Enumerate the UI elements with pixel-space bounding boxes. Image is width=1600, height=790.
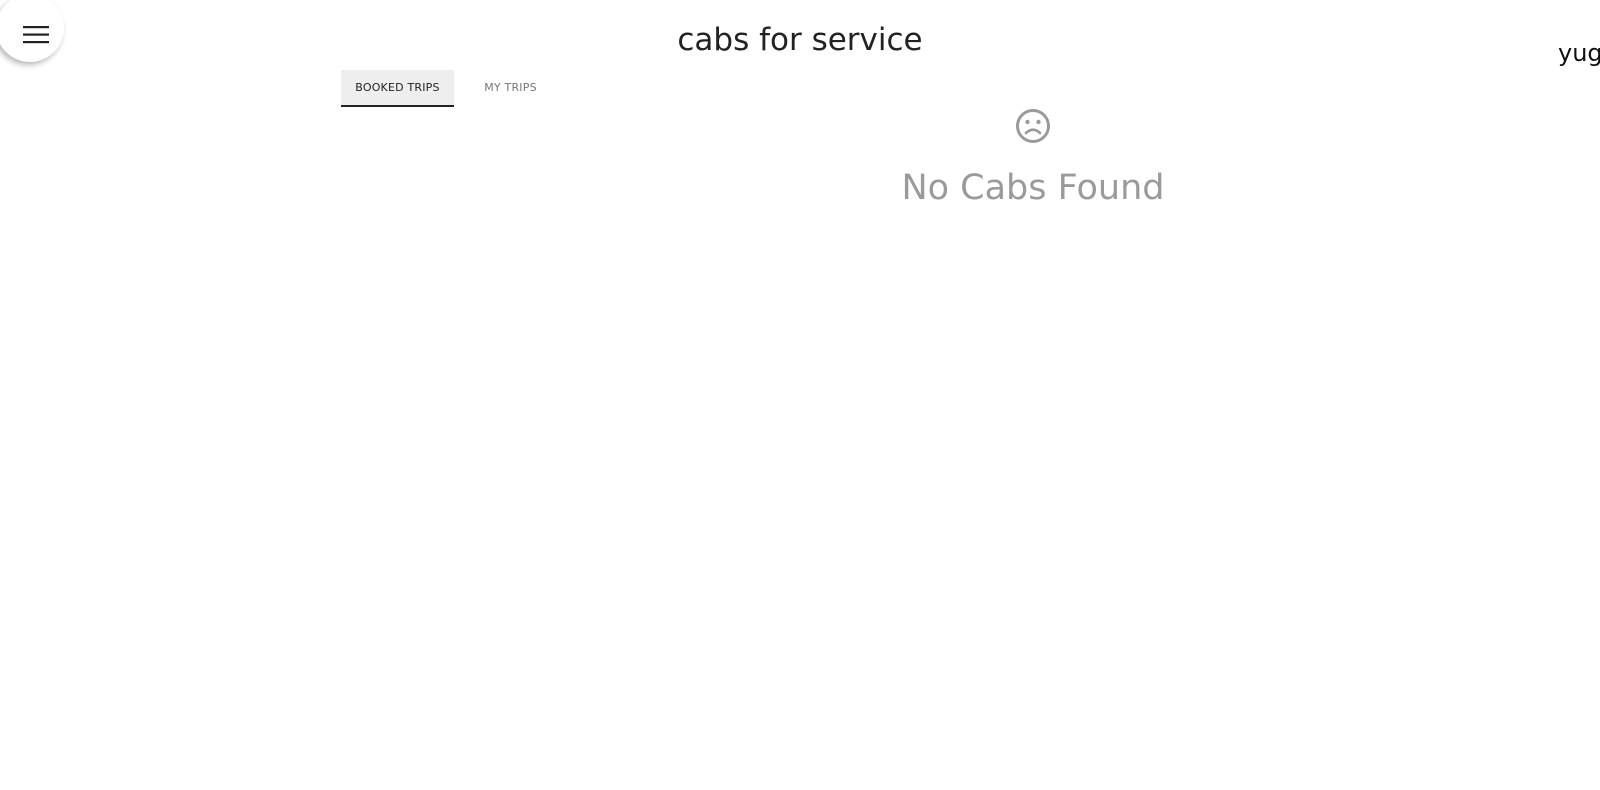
user-name[interactable]: yug	[1558, 37, 1600, 69]
hamburger-menu-icon	[23, 26, 49, 44]
app-title: cabs for service	[677, 22, 923, 58]
empty-state: No Cabs Found	[870, 108, 1196, 208]
tab-booked-trips[interactable]: BOOKED TRIPS	[341, 70, 454, 107]
page: cabs for service yug BOOKED TRIPS MY TRI…	[0, 0, 1600, 790]
empty-state-message: No Cabs Found	[901, 168, 1165, 208]
tab-my-trips[interactable]: MY TRIPS	[454, 70, 567, 107]
sad-face-icon	[1016, 109, 1050, 143]
menu-button[interactable]	[0, 0, 64, 62]
trip-tabs: BOOKED TRIPS MY TRIPS	[341, 70, 567, 107]
